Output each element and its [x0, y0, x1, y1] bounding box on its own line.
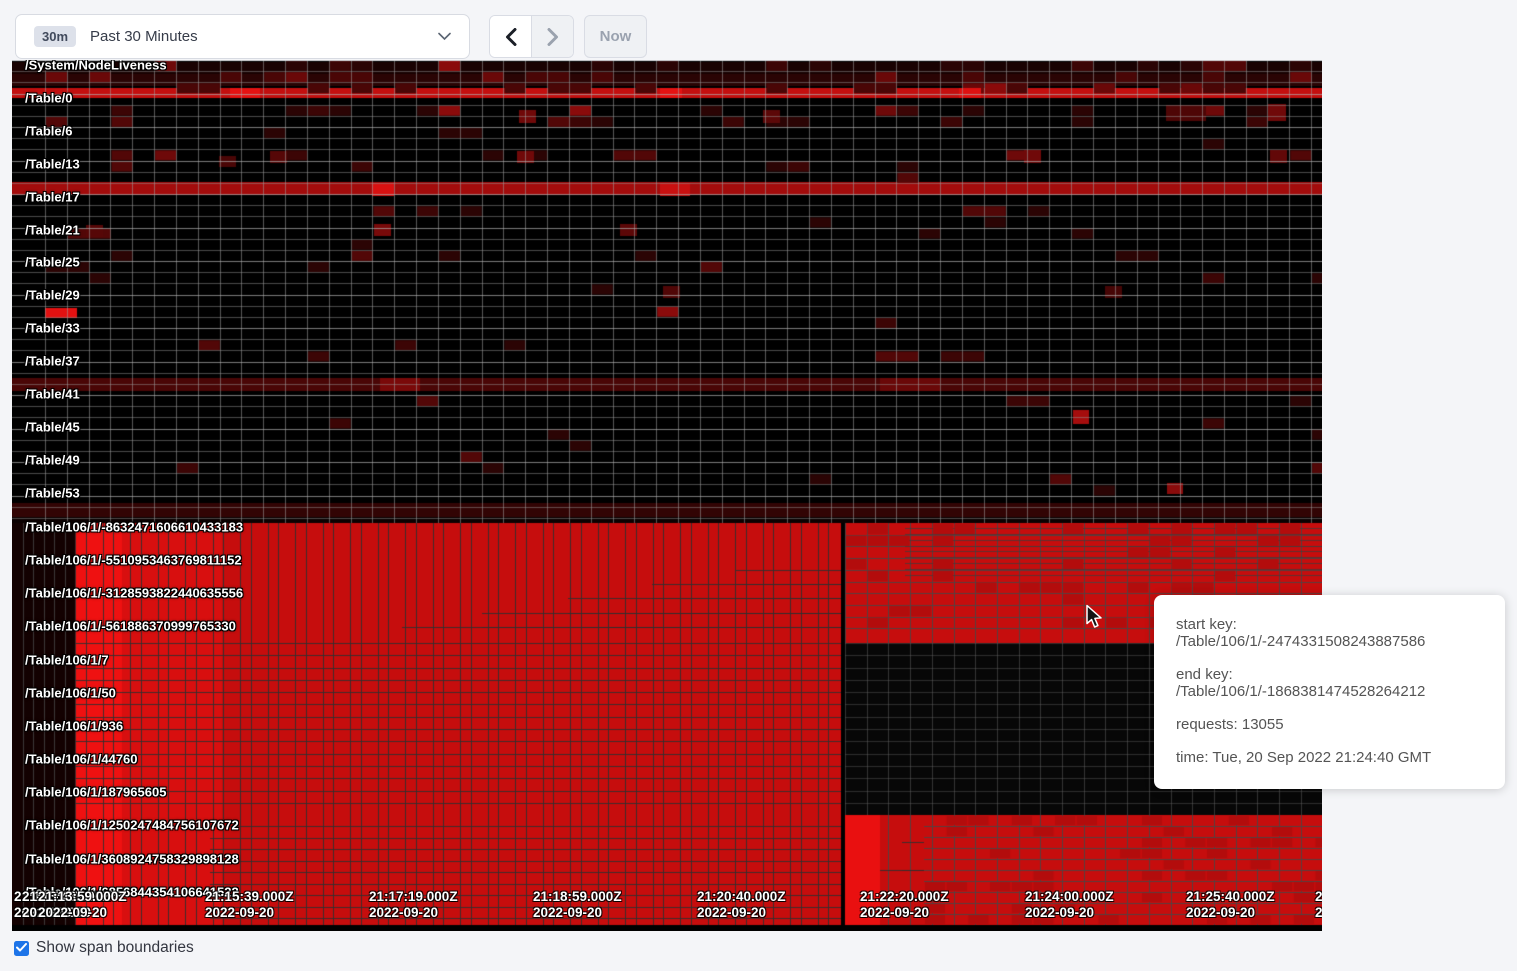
keyvis-tooltip: start key: /Table/106/1/-247433150824388…: [1154, 595, 1505, 789]
keyvis-heatmap-canvas[interactable]: [12, 60, 1322, 931]
toolbar: 30m Past 30 Minutes Now: [0, 0, 1517, 60]
time-nav-button-group: [489, 15, 574, 58]
back-button[interactable]: [490, 16, 531, 57]
key-visualizer: /System/NodeLiveness/Table/0/Table/6/Tab…: [0, 60, 1517, 931]
tooltip-end-key: end key: /Table/106/1/-18683814745282642…: [1176, 666, 1483, 700]
now-button[interactable]: Now: [584, 15, 647, 58]
tooltip-start-key: start key: /Table/106/1/-247433150824388…: [1176, 616, 1483, 650]
chevron-right-icon: [547, 28, 559, 46]
chevron-left-icon: [505, 28, 517, 46]
tooltip-time: time: Tue, 20 Sep 2022 21:24:40 GMT: [1176, 749, 1483, 766]
check-icon: [16, 939, 27, 957]
show-span-boundaries-label: Show span boundaries: [36, 939, 194, 957]
time-range-label: Past 30 Minutes: [90, 28, 438, 45]
forward-button[interactable]: [531, 16, 573, 57]
time-range-badge: 30m: [34, 26, 76, 47]
tooltip-requests: requests: 13055: [1176, 716, 1483, 733]
show-span-boundaries-checkbox[interactable]: [14, 941, 29, 956]
chevron-down-icon: [438, 32, 451, 41]
time-range-select[interactable]: 30m Past 30 Minutes: [15, 14, 470, 59]
show-span-boundaries[interactable]: Show span boundaries: [14, 939, 194, 957]
